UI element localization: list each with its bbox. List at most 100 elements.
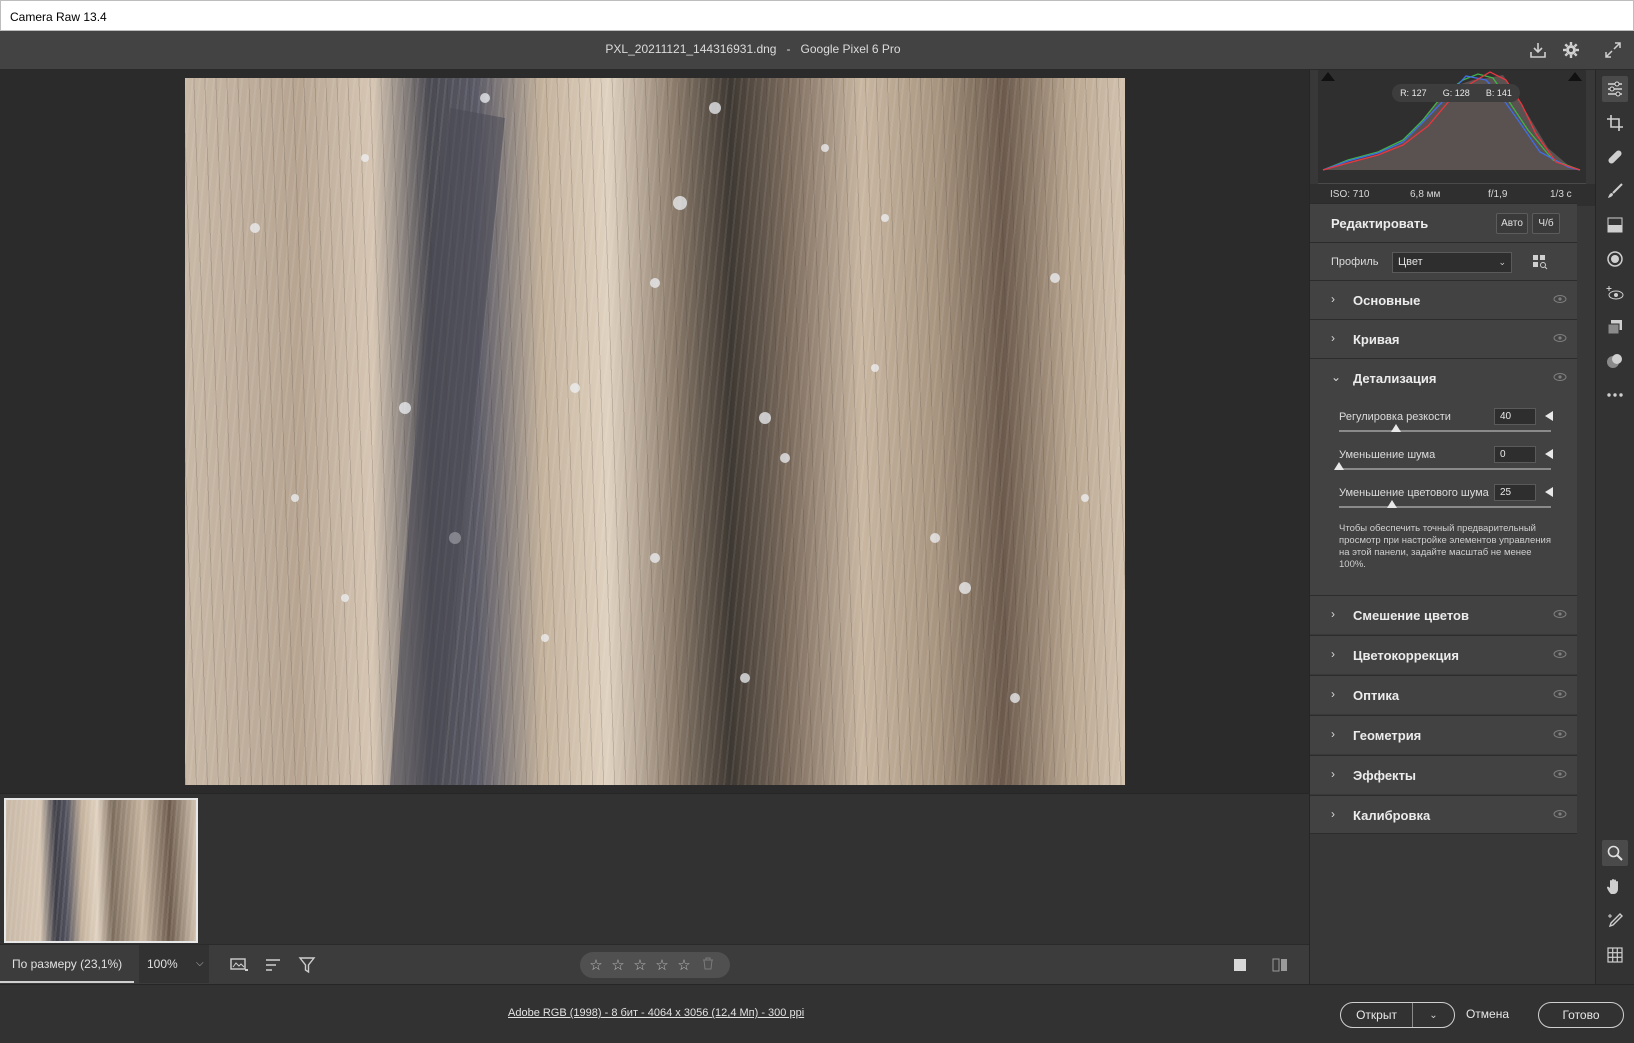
black-white-button[interactable]: Ч/б: [1532, 213, 1560, 234]
camera-model: Google Pixel 6 Pro: [800, 42, 901, 56]
eye-icon[interactable]: [1553, 649, 1567, 659]
settings-icon[interactable]: [1560, 39, 1582, 61]
detail-note: Чтобы обеспечить точный предварительный …: [1339, 523, 1551, 570]
thumbnail-selected[interactable]: [4, 798, 198, 943]
color-noise-slider[interactable]: [1339, 506, 1551, 508]
save-icon[interactable]: [1527, 39, 1549, 61]
auto-button[interactable]: Авто: [1496, 213, 1528, 234]
sharpening-thumb[interactable]: [1391, 424, 1402, 432]
image-canvas[interactable]: [0, 70, 1309, 793]
noise-label: Уменьшение шума: [1339, 449, 1436, 461]
eye-icon[interactable]: [1553, 729, 1567, 739]
profile-select[interactable]: Цвет ⌄: [1392, 252, 1512, 273]
more-icon[interactable]: [1602, 382, 1628, 408]
focal-length: 6,8 мм: [1410, 189, 1441, 200]
sharpening-slider[interactable]: [1339, 430, 1551, 432]
open-button[interactable]: Открыт ⌄: [1340, 1002, 1455, 1028]
eye-icon[interactable]: [1553, 809, 1567, 819]
eye-icon[interactable]: [1553, 689, 1567, 699]
star-rating[interactable]: ☆ ☆ ☆ ☆ ☆: [580, 952, 730, 978]
status-bar: По размеру (23,1%) 100% ⌵ ☆ ☆ ☆ ☆ ☆: [0, 944, 1309, 984]
star-icon[interactable]: ☆: [588, 956, 604, 974]
document-header: PXL_20211121_144316931.dng - Google Pixe…: [0, 31, 1634, 70]
section-effects-label: Эффекты: [1353, 768, 1417, 783]
hand-icon[interactable]: [1602, 874, 1628, 900]
star-icon[interactable]: ☆: [654, 956, 670, 974]
section-grading[interactable]: › Цветокоррекция: [1310, 635, 1577, 674]
star-icon[interactable]: ☆: [632, 956, 648, 974]
panel-scrollbar[interactable]: [1577, 206, 1596, 984]
section-basic-label: Основные: [1353, 293, 1421, 308]
color-noise-thumb[interactable]: [1387, 500, 1397, 508]
noise-expand-icon[interactable]: [1545, 449, 1553, 459]
red-eye-icon[interactable]: [1602, 280, 1628, 306]
section-detail[interactable]: ⌄ Детализация: [1310, 358, 1577, 397]
footer-bar: Adobe RGB (1998) - 8 бит - 4064 x 3056 (…: [0, 984, 1634, 1043]
photo-preview[interactable]: [185, 78, 1125, 785]
sharpening-value[interactable]: 40: [1494, 408, 1536, 425]
section-calibration-label: Калибровка: [1353, 808, 1431, 823]
color-noise-label: Уменьшение цветового шума: [1339, 487, 1489, 499]
crop-icon[interactable]: [1602, 110, 1628, 136]
cancel-button[interactable]: Отмена: [1460, 1007, 1515, 1021]
open-button-label[interactable]: Открыт: [1341, 1003, 1413, 1027]
profile-label: Профиль: [1331, 256, 1379, 268]
graduated-filter-icon[interactable]: [1602, 212, 1628, 238]
shadow-clipping-icon[interactable]: [1321, 72, 1335, 81]
chevron-down-icon[interactable]: ⌄: [1413, 1010, 1454, 1021]
noise-thumb[interactable]: [1334, 462, 1344, 470]
highlight-clipping-icon[interactable]: [1568, 72, 1582, 81]
color-sampler-icon[interactable]: [1602, 908, 1628, 934]
before-after-icon[interactable]: [1268, 954, 1292, 976]
eye-icon[interactable]: [1553, 294, 1567, 304]
color-noise-expand-icon[interactable]: [1545, 487, 1553, 497]
section-detail-label: Детализация: [1353, 371, 1437, 386]
eye-icon[interactable]: [1553, 609, 1567, 619]
brush-icon[interactable]: [1602, 178, 1628, 204]
single-view-icon[interactable]: [1228, 954, 1252, 976]
fullscreen-icon[interactable]: [1602, 39, 1624, 61]
noise-slider[interactable]: [1339, 468, 1551, 470]
sort-icon[interactable]: [262, 954, 286, 976]
iso-value: ISO: 710: [1330, 189, 1370, 200]
star-icon[interactable]: ☆: [610, 956, 626, 974]
section-curve[interactable]: › Кривая: [1310, 319, 1577, 358]
presets-icon[interactable]: [1602, 348, 1628, 374]
filmstrip-options-icon[interactable]: [228, 954, 252, 976]
section-basic[interactable]: › Основные: [1310, 280, 1577, 319]
star-icon[interactable]: ☆: [676, 956, 692, 974]
snapshots-icon[interactable]: [1602, 314, 1628, 340]
section-effects[interactable]: › Эффекты: [1310, 755, 1577, 794]
grid-icon[interactable]: [1602, 942, 1628, 968]
section-calibration[interactable]: › Калибровка: [1310, 795, 1577, 834]
section-grading-label: Цветокоррекция: [1353, 648, 1459, 663]
eye-icon[interactable]: [1553, 372, 1567, 382]
zoom-fit-button[interactable]: По размеру (23,1%): [0, 945, 135, 983]
red-value: R: 127: [1400, 88, 1427, 98]
section-optics[interactable]: › Оптика: [1310, 675, 1577, 714]
window-titlebar: Camera Raw 13.4: [0, 0, 1634, 31]
eye-icon[interactable]: [1553, 333, 1567, 343]
filmstrip: [0, 793, 1309, 944]
trash-icon[interactable]: [702, 957, 714, 973]
done-button[interactable]: Готово: [1538, 1002, 1624, 1028]
rgb-readout: R: 127 G: 128 B: 141: [1392, 84, 1520, 102]
radial-filter-icon[interactable]: [1602, 246, 1628, 272]
filename: PXL_20211121_144316931.dng: [605, 42, 777, 56]
filter-icon[interactable]: [295, 954, 319, 976]
edit-sliders-icon[interactable]: [1602, 76, 1628, 102]
eye-icon[interactable]: [1553, 769, 1567, 779]
window-title: Camera Raw 13.4: [10, 10, 107, 24]
noise-value[interactable]: 0: [1494, 446, 1536, 463]
sharpening-expand-icon[interactable]: [1545, 411, 1553, 421]
zoom-icon[interactable]: [1602, 840, 1628, 866]
section-mixer[interactable]: › Смешение цветов: [1310, 595, 1577, 634]
chevron-right-icon: ›: [1331, 292, 1335, 306]
workflow-options-link[interactable]: Adobe RGB (1998) - 8 бит - 4064 x 3056 (…: [508, 1007, 804, 1019]
profile-browser-icon[interactable]: [1532, 254, 1548, 270]
section-geometry[interactable]: › Геометрия: [1310, 715, 1577, 754]
healing-icon[interactable]: [1602, 144, 1628, 170]
chevron-right-icon: ›: [1331, 687, 1335, 701]
chevron-down-icon[interactable]: ⌵: [196, 958, 204, 969]
color-noise-value[interactable]: 25: [1494, 484, 1536, 501]
